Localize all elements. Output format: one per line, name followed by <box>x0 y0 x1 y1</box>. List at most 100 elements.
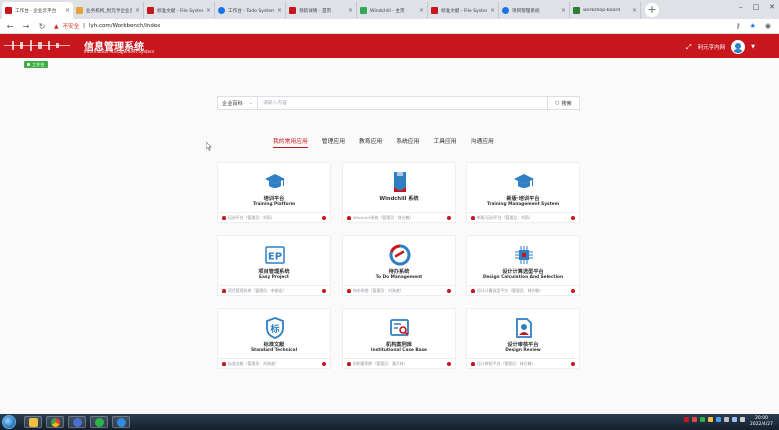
taskbar-app-chrome[interactable] <box>46 416 64 428</box>
status-dot <box>447 288 451 293</box>
app-card-project-management[interactable]: EP 项目管理系统 Easy Project 项目管理系统（管理员：李振宏） <box>217 235 331 296</box>
status-dot <box>571 361 575 366</box>
close-window-icon[interactable]: ✕ <box>769 3 775 11</box>
app-card-footer: 设计计算选型平台（管理员：林方敏） <box>467 285 579 295</box>
search-scope-select[interactable]: 企业百科 ⌄ <box>218 97 258 109</box>
user-icon <box>347 215 351 220</box>
tab-close-icon[interactable]: × <box>135 7 140 14</box>
volume-icon[interactable] <box>740 417 745 422</box>
reload-icon[interactable]: ↻ <box>38 22 46 31</box>
browser-tab[interactable]: Windchill - 主页 × <box>357 2 428 19</box>
tab-close-icon[interactable]: × <box>419 7 424 14</box>
app-card-training-platform[interactable]: 培训平台 Training Platform 培训平台（管理员：刘雨） <box>217 162 331 223</box>
tab-communication-apps[interactable]: 沟通应用 <box>471 136 494 148</box>
browser-tab[interactable]: 工作台 - Todo System × <box>215 2 286 19</box>
back-icon[interactable]: ← <box>6 22 14 31</box>
chevron-down-icon: ⌄ <box>248 100 253 106</box>
search-button[interactable]: ○ 搜索 <box>547 97 579 109</box>
profile-icon[interactable]: ◉ <box>765 22 771 30</box>
chip-icon <box>515 246 533 264</box>
app-card-design-review[interactable]: 设计审核平台 Design Review 设计审核平台（管理员：林方敏） <box>466 308 580 369</box>
avatar[interactable] <box>731 40 746 54</box>
app-card-case-base[interactable]: 机构案例库 Institutional Case Base 机构案例库（管理员：… <box>342 308 456 369</box>
browser-tab[interactable]: 业务机构_利元亨企业云平台× <box>73 2 144 19</box>
app-card-new-training[interactable]: 新版·培训平台 Training Management System 新版·培训… <box>466 162 580 223</box>
fullscreen-icon[interactable]: ⤢ <box>686 43 692 52</box>
app-card-footer: 培训平台（管理员：刘雨） <box>218 212 330 222</box>
app-card-todo-system[interactable]: 待办系统 To Do Management 待办系统（管理员：刘海波） <box>342 235 456 296</box>
graduation-cap-icon <box>514 174 534 188</box>
tray-icon[interactable] <box>700 417 705 422</box>
tab-close-icon[interactable]: × <box>65 7 70 14</box>
user-icon <box>347 288 351 293</box>
status-dot <box>322 361 326 366</box>
tray-icon[interactable] <box>684 417 689 422</box>
user-name[interactable]: 利元亨内网 <box>698 43 726 51</box>
browser-actions: ⚷ ★ ◉ <box>735 22 771 30</box>
tab-close-icon[interactable]: × <box>561 7 566 14</box>
forward-icon[interactable]: → <box>22 22 30 31</box>
user-icon <box>471 215 475 220</box>
tab-my-apps[interactable]: 我的常用应用 <box>273 136 308 148</box>
start-button[interactable] <box>2 415 16 429</box>
tab-favicon-icon <box>5 7 12 14</box>
taskbar-app-teams[interactable] <box>68 416 86 428</box>
taskbar-app-explorer[interactable] <box>24 416 42 428</box>
tray-icon[interactable] <box>724 417 729 422</box>
browser-tab[interactable]: 工作台 - 企业云平台 × <box>2 2 73 19</box>
browser-toolbar: ← → ↻ ▲ 不安全 | lyh.com/Workbench/Index ⚷ … <box>0 19 779 34</box>
app-card-footer: Windchill系统（管理员：林方敏） <box>343 212 455 222</box>
user-icon <box>471 288 475 293</box>
user-icon <box>471 361 475 366</box>
tab-close-icon[interactable]: × <box>348 7 353 14</box>
tab-system-apps[interactable]: 系统应用 <box>396 136 419 148</box>
app-card-standard-technical[interactable]: 标 标准文献 Standard Technical 标准文献（管理员：刘海波） <box>217 308 331 369</box>
tray-icon[interactable] <box>708 417 713 422</box>
app-card-windchill[interactable]: Windchill 系统 Windchill系统（管理员：林方敏） <box>342 162 456 223</box>
tab-management-apps[interactable]: 管理应用 <box>322 136 345 148</box>
review-doc-icon <box>516 318 532 338</box>
tab-education-apps[interactable]: 教育应用 <box>359 136 382 148</box>
tray-icon[interactable] <box>732 417 737 422</box>
tab-close-icon[interactable]: × <box>206 7 211 14</box>
graduation-cap-icon <box>265 174 285 188</box>
key-icon[interactable]: ⚷ <box>735 22 740 30</box>
browser-tab[interactable]: 项目管理系统 × <box>499 2 570 19</box>
svg-text:EP: EP <box>268 252 282 263</box>
tab-favicon-icon <box>360 7 367 14</box>
tray-icon[interactable] <box>692 417 697 422</box>
warning-icon: ▲ <box>54 22 59 30</box>
browser-tab[interactable]: 领航详情 - 首页 × <box>286 2 357 19</box>
taskbar-clock[interactable]: 20:00 2022/4/27 <box>750 416 773 427</box>
caret-down-icon[interactable]: ▼ <box>751 44 755 50</box>
browser-tab[interactable]: workshop-board × <box>570 2 641 19</box>
tab-close-icon[interactable]: × <box>277 7 282 14</box>
maximize-icon[interactable]: □ <box>753 3 760 11</box>
address-bar[interactable]: ▲ 不安全 | lyh.com/Workbench/Index <box>54 22 160 31</box>
bookmark-icon <box>394 172 406 192</box>
status-dot <box>322 215 326 220</box>
breadcrumb-tag[interactable]: 工作台 <box>24 61 48 68</box>
taskbar-app-wechat[interactable] <box>90 416 108 428</box>
new-tab-button[interactable]: + <box>645 3 659 17</box>
case-search-icon <box>390 319 409 336</box>
tab-favicon-icon <box>76 7 83 14</box>
window-controls: – □ ✕ <box>739 3 775 11</box>
app-card-footer: 待办系统（管理员：刘海波） <box>343 285 455 295</box>
tab-close-icon[interactable]: × <box>632 7 637 14</box>
app-card-design-calculation[interactable]: 设计计算选型平台 Design Calculation And Selectio… <box>466 235 580 296</box>
status-dot <box>322 288 326 293</box>
minimize-icon[interactable]: – <box>739 3 743 11</box>
tray-icon[interactable] <box>716 417 721 422</box>
search-input[interactable] <box>258 97 547 109</box>
tab-tool-apps[interactable]: 工具应用 <box>433 136 456 148</box>
tab-close-icon[interactable]: × <box>490 7 495 14</box>
workbench-page: 工作台 企业百科 ⌄ ○ 搜索 我的常用应用 管理应用 教育应用 系统应用 工具… <box>0 58 779 414</box>
shield-standard-icon: 标 <box>266 317 284 339</box>
taskbar-app-screen[interactable] <box>112 416 130 428</box>
bookmark-star-icon[interactable]: ★ <box>750 22 756 30</box>
browser-tab[interactable]: 标准文献 - File System × <box>144 2 215 19</box>
status-dot <box>447 361 451 366</box>
app-card-footer: 新版·培训平台（管理员：刘雨） <box>467 212 579 222</box>
browser-tab[interactable]: 标准文献 - File System × <box>428 2 499 19</box>
